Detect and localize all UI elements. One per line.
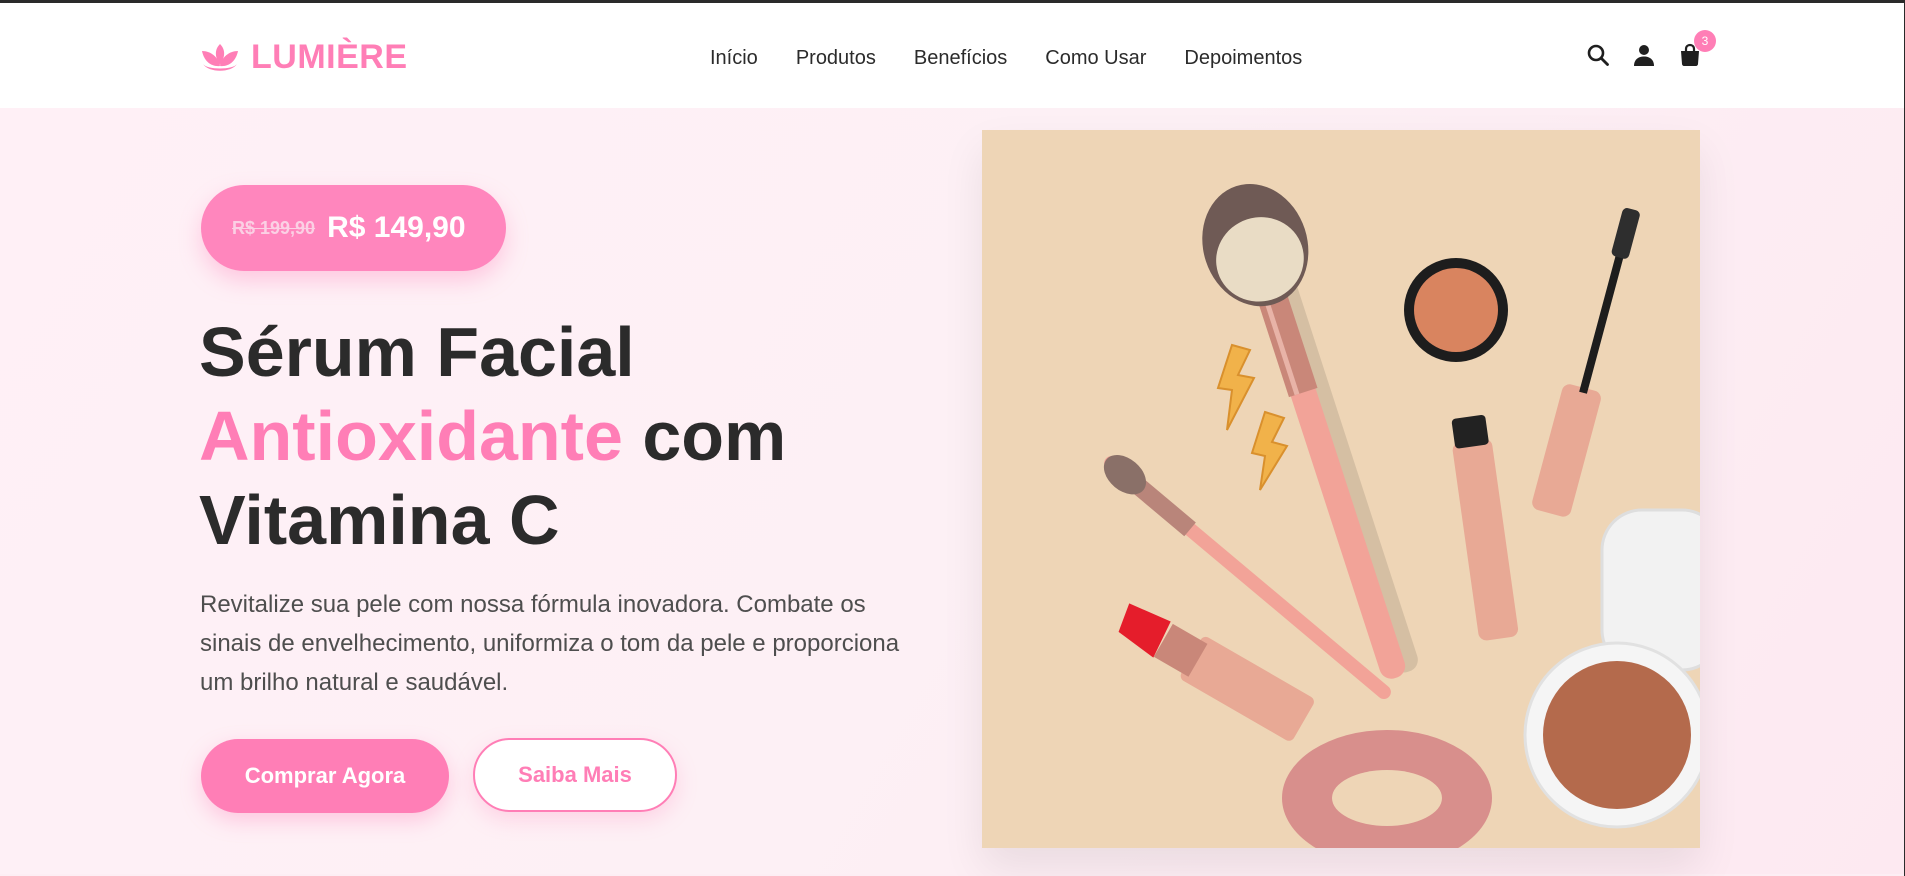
hero-title-accent: Antioxidante <box>199 397 623 475</box>
hero-title-part2: com <box>642 397 787 475</box>
learn-more-button[interactable]: Saiba Mais <box>473 738 677 812</box>
search-icon <box>1587 44 1609 66</box>
main-nav: Início Produtos Benefícios Como Usar Dep… <box>710 43 1302 73</box>
old-price: R$ 199,90 <box>232 217 316 238</box>
hero-title-part3: Vitamina C <box>199 481 560 559</box>
new-price: R$ 149,90 <box>327 211 466 244</box>
buy-now-button[interactable]: Comprar Agora <box>201 739 449 813</box>
nav-item-beneficios[interactable]: Benefícios <box>914 43 1007 73</box>
nav-item-produtos[interactable]: Produtos <box>796 43 876 73</box>
account-button[interactable] <box>1632 43 1656 67</box>
hero-title-part1: Sérum Facial <box>199 313 635 391</box>
user-icon <box>1634 45 1654 66</box>
search-button[interactable] <box>1586 43 1610 67</box>
price-badge: R$ 199,90 R$ 149,90 <box>201 185 506 271</box>
brand-name: LUMIÈRE <box>251 38 408 76</box>
nav-item-como-usar[interactable]: Como Usar <box>1045 43 1146 73</box>
site-header: LUMIÈRE Início Produtos Benefícios Como … <box>0 3 1904 108</box>
hero-product-image <box>982 130 1700 848</box>
nav-item-inicio[interactable]: Início <box>710 43 758 73</box>
brand-logo[interactable]: LUMIÈRE <box>199 37 408 77</box>
cart-button[interactable]: 3 <box>1678 30 1716 67</box>
lotus-icon <box>202 44 238 71</box>
cart-count-badge: 3 <box>1694 30 1716 52</box>
nav-item-depoimentos[interactable]: Depoimentos <box>1184 43 1302 73</box>
hero-title: Sérum Facial Antioxidante com Vitamina C <box>199 310 959 562</box>
header-actions: 3 <box>1586 30 1716 67</box>
makeup-flatlay-illustration <box>982 130 1700 848</box>
hero-description: Revitalize sua pele com nossa fórmula in… <box>200 591 900 696</box>
